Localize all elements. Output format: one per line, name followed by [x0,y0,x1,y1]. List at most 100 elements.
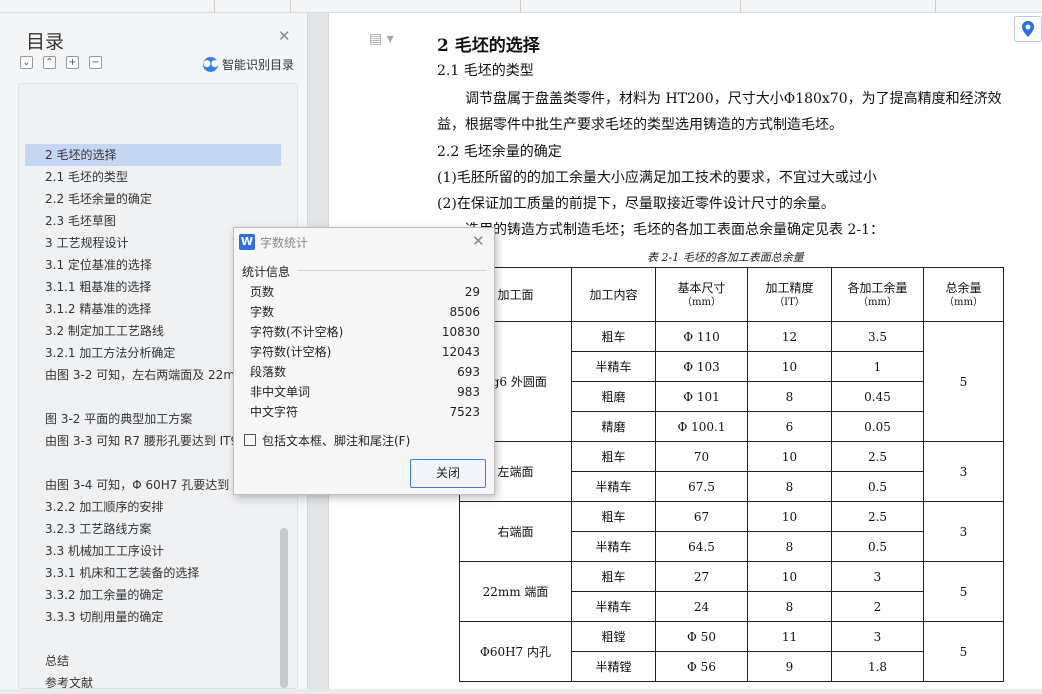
table-cell: Φ 50 [655,621,748,652]
table-cell: 8 [747,531,832,562]
divider [935,0,936,13]
toc-item[interactable]: 2.2 毛坯余量的确定 [25,188,281,210]
table-cell: Φ 100.1 [655,411,748,442]
table-cell: 0.5 [831,471,924,502]
table-cell: 粗车 [571,441,656,472]
table-row: 22mm 端面 粗车 27 10 3 5 [459,561,1004,622]
table-header: 加工精度 （IT） [747,267,832,322]
toc-item[interactable]: 3.3.3 切削用量的确定 [25,606,281,628]
toc-item[interactable]: 总结 [25,650,281,672]
table-caption: 表 2-1 毛坯的各加工表面总余量 [647,251,804,264]
toc-item[interactable]: 3.3.1 机床和工艺装备的选择 [25,562,281,584]
table-cell: 24 [655,591,748,622]
document-icon[interactable]: ▤ ▾ [369,31,394,47]
stat-row: 中文字符 7523 [250,402,480,422]
stat-value: 10830 [441,325,480,339]
top-toolbar-strip [0,0,1042,13]
table-cell: 半精车 [571,591,656,622]
toc-item[interactable]: 3.2.2 加工顺序的安排 [25,496,281,518]
include-textbox-checkbox[interactable] [244,434,256,446]
stat-label: 中文字符 [250,405,299,419]
location-pin-icon[interactable] [1014,16,1042,42]
table-cell: 粗车 [571,561,656,592]
divider [290,0,291,13]
table-cell: 1.8 [831,651,924,682]
table-cell: 0.05 [831,411,924,442]
wps-logo-icon: W [239,234,255,250]
table-cell: Φ 56 [655,651,748,682]
toc-scrollbar[interactable] [280,528,288,688]
expand-all-icon[interactable]: ⌄ [20,56,33,69]
stat-value: 693 [457,365,480,379]
paragraph-1b: 益，根据零件中批生产要求毛坯的类型选用铸造的方式制造毛坯。 [437,117,843,133]
table-cell: 10 [747,561,832,592]
close-button[interactable]: 关闭 [410,459,486,488]
table-header-label: 总余量 [945,281,982,295]
table-cell: 27 [655,561,748,592]
table-cell: Φ 101 [655,381,748,412]
table-cell: 67 [655,501,748,532]
table-cell: 2 [831,591,924,622]
toc-toolbar: ⌄ ⌃ + − [20,56,102,69]
table-cell: 半精车 [571,531,656,562]
table-cell: 1 [831,351,924,382]
table-cell: Φ 110 [655,321,748,352]
table-header-label: 基本尺寸 [677,281,726,295]
table-cell: 粗镗 [571,621,656,652]
table-header-label: 各加工余量 [847,281,908,295]
collapse-all-icon[interactable]: ⌃ [43,56,56,69]
smart-recognize-toc-button[interactable]: ●● 智能识别目录 [203,56,294,73]
dialog-titlebar[interactable]: W 字数统计 ✕ [234,228,494,256]
table-cell: 2.5 [831,501,924,532]
stat-row: 页数 29 [250,282,480,302]
table-cell: 半精镗 [571,651,656,682]
stat-value: 12043 [441,345,480,359]
table-cell: Φ 103 [655,351,748,382]
heading-2-2: 2.2 毛坯余量的确定 [437,144,562,160]
add-level-icon[interactable]: + [66,56,79,69]
allowance-table: 加工面 加工内容 基本尺寸 （mm） 加工精度 （IT） 各加工余量 （mm） 总余量 （mm） … [459,267,1004,682]
table-header: 各加工余量 （mm） [831,267,924,322]
stat-label: 非中文单词 [250,385,311,399]
close-icon[interactable]: ✕ [278,27,291,45]
heading-2-1: 2.1 毛坯的类型 [437,63,534,79]
table-cell: 10 [747,441,832,472]
stat-row: 字数 8506 [250,302,480,322]
divider [740,0,741,13]
dialog-title: 字数统计 [260,236,309,250]
toc-item[interactable]: 2 毛坯的选择 [25,144,281,166]
smart-robot-icon: ●● [203,57,219,72]
stat-label: 字数 [250,305,275,319]
toc-item [25,628,281,650]
table-row: 左端面 粗车 70 10 2.5 3 [459,441,1004,502]
table-cell-face: 右端面 [459,501,572,562]
remove-level-icon[interactable]: − [89,56,102,69]
stat-row: 字符数(计空格) 12043 [250,342,480,362]
table-cell-total: 5 [923,561,1004,622]
include-textbox-label: 包括文本框、脚注和尾注(F) [262,434,411,448]
divider [520,0,521,13]
stat-row: 字符数(不计空格) 10830 [250,322,480,342]
table-cell: 67.5 [655,471,748,502]
stat-row: 非中文单词 983 [250,382,480,402]
table-cell-total: 5 [923,321,1004,442]
toc-item[interactable]: 3.3.2 加工余量的确定 [25,584,281,606]
stat-row: 段落数 693 [250,362,480,382]
table-cell: 70 [655,441,748,472]
stat-label: 字符数(计空格) [250,345,332,359]
close-icon[interactable]: ✕ [472,232,485,250]
table-cell: 粗车 [571,501,656,532]
divider [297,270,487,271]
word-count-dialog: W 字数统计 ✕ 统计信息 页数 29 字数 8506 字符数(不计空格) 10830 字符… [233,227,495,495]
toc-item[interactable]: 参考文献 [25,672,281,694]
table-cell-total: 3 [923,441,1004,502]
table-row: 右端面 粗车 67 10 2.5 3 [459,501,1004,562]
table-cell: 6 [747,411,832,442]
table-cell: 8 [747,471,832,502]
toc-item[interactable]: 3.3 机械加工工序设计 [25,540,281,562]
toc-item[interactable]: 3.2.3 工艺路线方案 [25,518,281,540]
table-header-unit: （mm） [858,297,897,308]
stat-value: 8506 [449,305,480,319]
toc-item[interactable]: 2.1 毛坯的类型 [25,166,281,188]
table-cell-face: Φ60H7 内孔 [459,621,572,682]
